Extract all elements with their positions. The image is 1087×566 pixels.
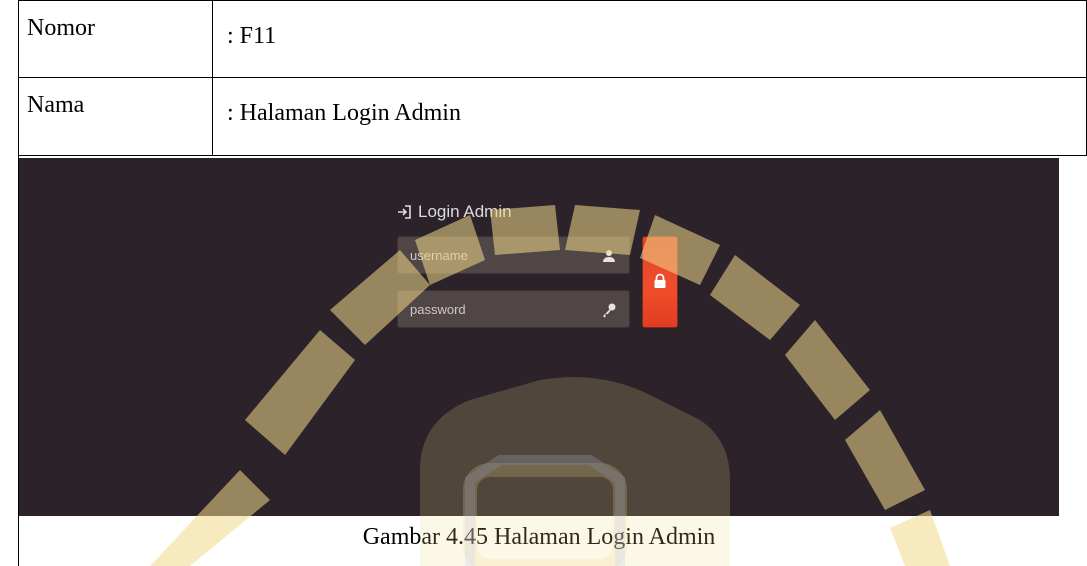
login-heading: Login Admin bbox=[397, 202, 512, 222]
login-screenshot: Login Admin bbox=[19, 158, 1059, 516]
login-button[interactable] bbox=[642, 236, 678, 328]
sign-in-icon bbox=[397, 204, 413, 220]
table-row-nomor: Nomor : F11 bbox=[19, 0, 1087, 78]
label-nomor: Nomor bbox=[19, 1, 213, 77]
login-heading-text: Login Admin bbox=[418, 202, 512, 221]
username-input[interactable] bbox=[398, 237, 588, 273]
figure-caption: Gambar 4.45 Halaman Login Admin bbox=[362, 524, 716, 550]
password-input[interactable] bbox=[398, 291, 588, 327]
table-row-nama: Nama : Halaman Login Admin bbox=[19, 78, 1087, 156]
user-icon bbox=[601, 248, 617, 264]
username-field bbox=[397, 236, 630, 274]
value-nama: : Halaman Login Admin bbox=[227, 100, 461, 126]
label-nama: Nama bbox=[19, 78, 213, 155]
document-page: Nomor : F11 Nama : Halaman Login Admin L… bbox=[0, 0, 1087, 566]
value-nomor: : F11 bbox=[227, 23, 277, 49]
password-field bbox=[397, 290, 630, 328]
key-icon bbox=[601, 302, 617, 318]
